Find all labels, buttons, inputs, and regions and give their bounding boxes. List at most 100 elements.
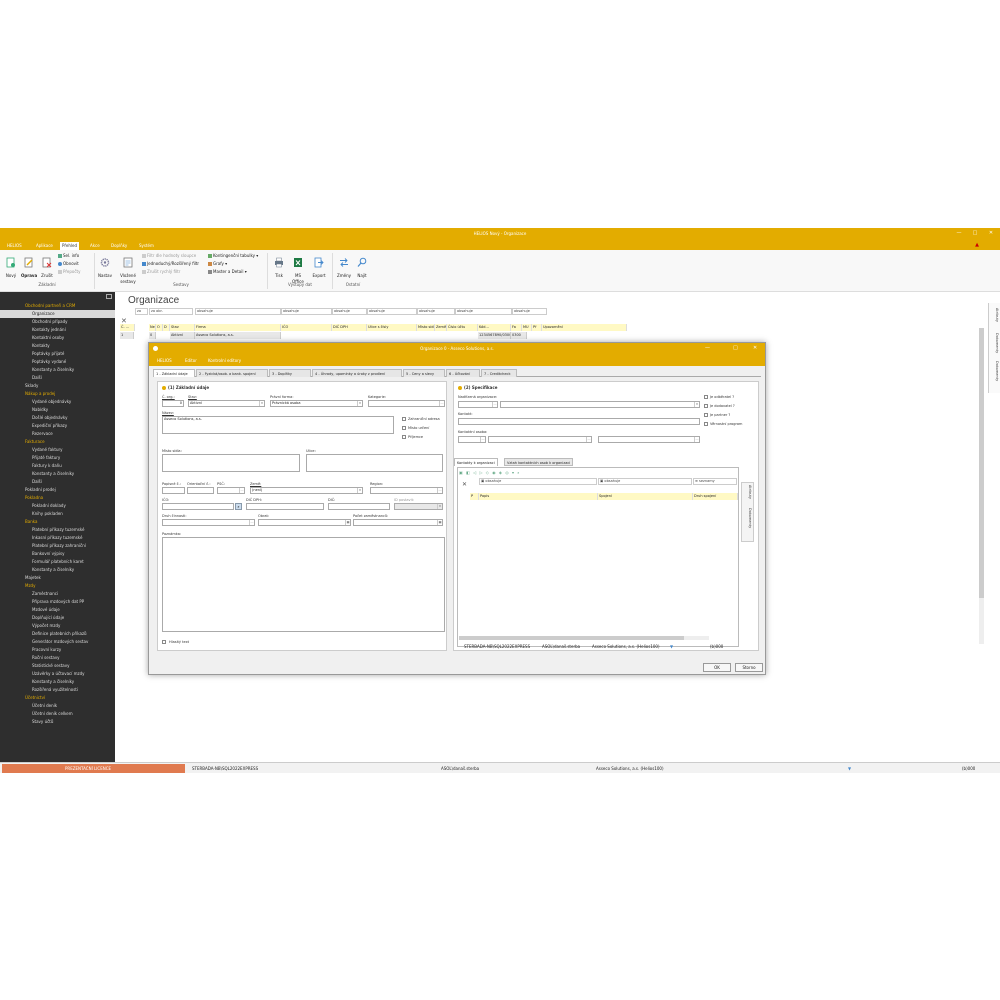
contact-person-number-input[interactable]: …	[458, 436, 486, 443]
menu-helios[interactable]: HELIOS	[5, 242, 24, 250]
sidebar-item[interactable]: Přijaté faktury	[0, 454, 115, 462]
sidebar-item[interactable]: Příprava mzdových dat PP	[0, 598, 115, 606]
dlg-filter-icon[interactable]: ▼	[670, 644, 673, 649]
sidebar-item[interactable]: Banka	[0, 518, 115, 526]
sidebar-item[interactable]: Generátor mzdových sestav	[0, 638, 115, 646]
column-header[interactable]: Kód...	[478, 324, 511, 331]
column-header[interactable]: Země	[435, 324, 447, 331]
sel-info-button[interactable]: Sel. info	[58, 253, 79, 259]
filter-by-value-button[interactable]: Filtr dle hodnoty sloupce	[142, 253, 196, 259]
sidebar-item[interactable]: Nákup a prodej	[0, 390, 115, 398]
sidebar-item[interactable]: Pokladní prodej	[0, 486, 115, 494]
sidebar-item[interactable]: Pracovní kurzy	[0, 646, 115, 654]
sidebar-item[interactable]: Kontaktní osoby	[0, 334, 115, 342]
house-number-input[interactable]	[162, 487, 185, 494]
edit-button[interactable]: Oprava	[21, 253, 37, 278]
column-header[interactable]: O	[156, 324, 163, 331]
column-header[interactable]: Ulice s čísly	[367, 324, 417, 331]
sidebar-item[interactable]: Došlé objednávky	[0, 414, 115, 422]
column-filter[interactable]: za obr.	[149, 308, 193, 315]
sidebar-item[interactable]: Kontakty	[0, 342, 115, 350]
ms-office-button[interactable]: MS Office	[290, 253, 306, 284]
sidebar-item[interactable]: Vydané objednávky	[0, 398, 115, 406]
foreign-address-checkbox[interactable]	[402, 417, 406, 421]
sidebar-item[interactable]: Pokladní doklady	[0, 502, 115, 510]
column-header[interactable]: Př	[532, 324, 542, 331]
sidebar-item[interactable]: Vydané faktury	[0, 446, 115, 454]
sidebar-item[interactable]: Poptávky vydané	[0, 358, 115, 366]
sidebar-item[interactable]: Obchodní partneři a CRM	[0, 302, 115, 310]
charts-button[interactable]: Grafy ▾	[208, 261, 227, 267]
sidebar-item[interactable]: Faktury k daňu	[0, 462, 115, 470]
column-header[interactable]: Stav	[170, 324, 195, 331]
minimize-button[interactable]: —	[952, 230, 966, 237]
maximize-button[interactable]: □	[968, 230, 982, 237]
print-button[interactable]: Tisk	[271, 253, 287, 278]
main-scrollbar[interactable]	[979, 328, 984, 644]
contacts-filter-3[interactable]: ≡ seznamy	[693, 478, 737, 485]
sidebar-item[interactable]: Organizace	[0, 310, 115, 318]
master-detail-button[interactable]: Master a Detail ▾	[208, 269, 247, 275]
sidebar-item[interactable]: Formulář platebních karet	[0, 558, 115, 566]
subtab-contact-persons[interactable]: Vztah kontaktních osob k organizaci	[504, 458, 574, 466]
column-header[interactable]: Ne	[149, 324, 156, 331]
sidebar-item[interactable]: Rezervace	[0, 430, 115, 438]
pivot-tables-button[interactable]: Kontingenční tabulky ▾	[208, 253, 258, 259]
vat-input[interactable]	[246, 503, 324, 510]
sidebar-item[interactable]: Knihy pokladen	[0, 510, 115, 518]
row-firma[interactable]: Asseco Solutions, a.s.	[195, 332, 281, 339]
column-header[interactable]: Číslo účtu	[447, 324, 478, 331]
sidebar-item[interactable]: Rozšířená využitelnosti	[0, 686, 115, 694]
contacts-filter-2[interactable]: ▣ obsahuje	[598, 478, 692, 485]
menu-doplnky[interactable]: Doplňky	[109, 242, 129, 250]
category-input[interactable]: …	[368, 400, 445, 407]
contacts-col-popis[interactable]: Popis	[479, 493, 598, 500]
is-supplier-checkbox[interactable]	[704, 404, 708, 408]
dialog-tab[interactable]: 7 - Creditcheck	[481, 369, 517, 377]
dialog-tab[interactable]: 2 - Fyzická/osob. a bank. spojení	[196, 369, 268, 377]
column-filter[interactable]: obsahuje	[332, 308, 367, 315]
column-header[interactable]: Místo sídla	[417, 324, 435, 331]
sidebar-item[interactable]: Doplňující údaje	[0, 614, 115, 622]
sidebar-item[interactable]: Další	[0, 478, 115, 486]
column-header[interactable]: IČO	[281, 324, 332, 331]
sidebar-item[interactable]: Konstanty a číselníky	[0, 678, 115, 686]
contacts-hscrollbar[interactable]	[459, 636, 709, 640]
delete-button[interactable]: Zrušit	[39, 253, 55, 278]
dialog-menu-helios[interactable]: HELIOS	[155, 357, 174, 365]
contacts-col-druh[interactable]: Druh spojení	[693, 493, 738, 500]
sidebar-item[interactable]: Roční sestavy	[0, 654, 115, 662]
export-button[interactable]: Export	[311, 253, 327, 278]
dialog-menu-controls[interactable]: Kontrolní editory	[206, 357, 243, 365]
city-input[interactable]	[162, 454, 300, 472]
column-filter[interactable]: obsahuje	[195, 308, 281, 315]
recalc-button[interactable]: Přepočty	[58, 269, 80, 275]
subtab-contacts[interactable]: Kontakty k organizaci	[454, 458, 498, 466]
sidebar-item[interactable]: Sklady	[0, 382, 115, 390]
loud-text-checkbox[interactable]	[162, 640, 166, 644]
status-select[interactable]: Aktivní ▾	[188, 400, 265, 407]
dialog-tab[interactable]: 6 - Účtování	[446, 369, 480, 377]
note-textarea[interactable]	[162, 537, 445, 632]
turnover-input[interactable]: ▦	[258, 519, 351, 526]
side-tab-dokumenty[interactable]: Dokumenty	[991, 333, 999, 353]
column-filter[interactable]: obsahuje	[417, 308, 455, 315]
contact-person-extra-input[interactable]: …	[598, 436, 700, 443]
close-button[interactable]: ✕	[984, 230, 998, 237]
dialog-maximize-button[interactable]: □	[733, 345, 738, 351]
contacts-toolbar[interactable]: ▣ ◧ ◁ ▷ ◇ ◉ ◈ ◎ ▾ ⌕	[459, 469, 739, 476]
name-textarea[interactable]: Asseco Solutions, a.s.	[162, 416, 394, 434]
menu-akce[interactable]: Akce	[88, 242, 102, 250]
side-tab-dokumenty-2[interactable]: Dokumenty	[991, 361, 999, 381]
sidebar-item[interactable]: Účetní deník	[0, 702, 115, 710]
new-button[interactable]: Nový	[3, 253, 19, 278]
embedded-reports-button[interactable]: Vložené sestavy	[118, 253, 138, 284]
sidebar-item[interactable]: Účetní deník celkem	[0, 710, 115, 718]
column-filter[interactable]: obsahuje	[512, 308, 547, 315]
contacts-col-spojeni[interactable]: Spojení	[598, 493, 693, 500]
sidebar-item[interactable]: Mzdy	[0, 582, 115, 590]
zip-input[interactable]: …	[217, 487, 245, 494]
dialog-tab[interactable]: 3 - Doplňky	[269, 369, 311, 377]
sidebar-item[interactable]: Poptávky přijaté	[0, 350, 115, 358]
simple-filter-button[interactable]: Jednoduchý/Rozšířený filtr	[142, 261, 199, 267]
